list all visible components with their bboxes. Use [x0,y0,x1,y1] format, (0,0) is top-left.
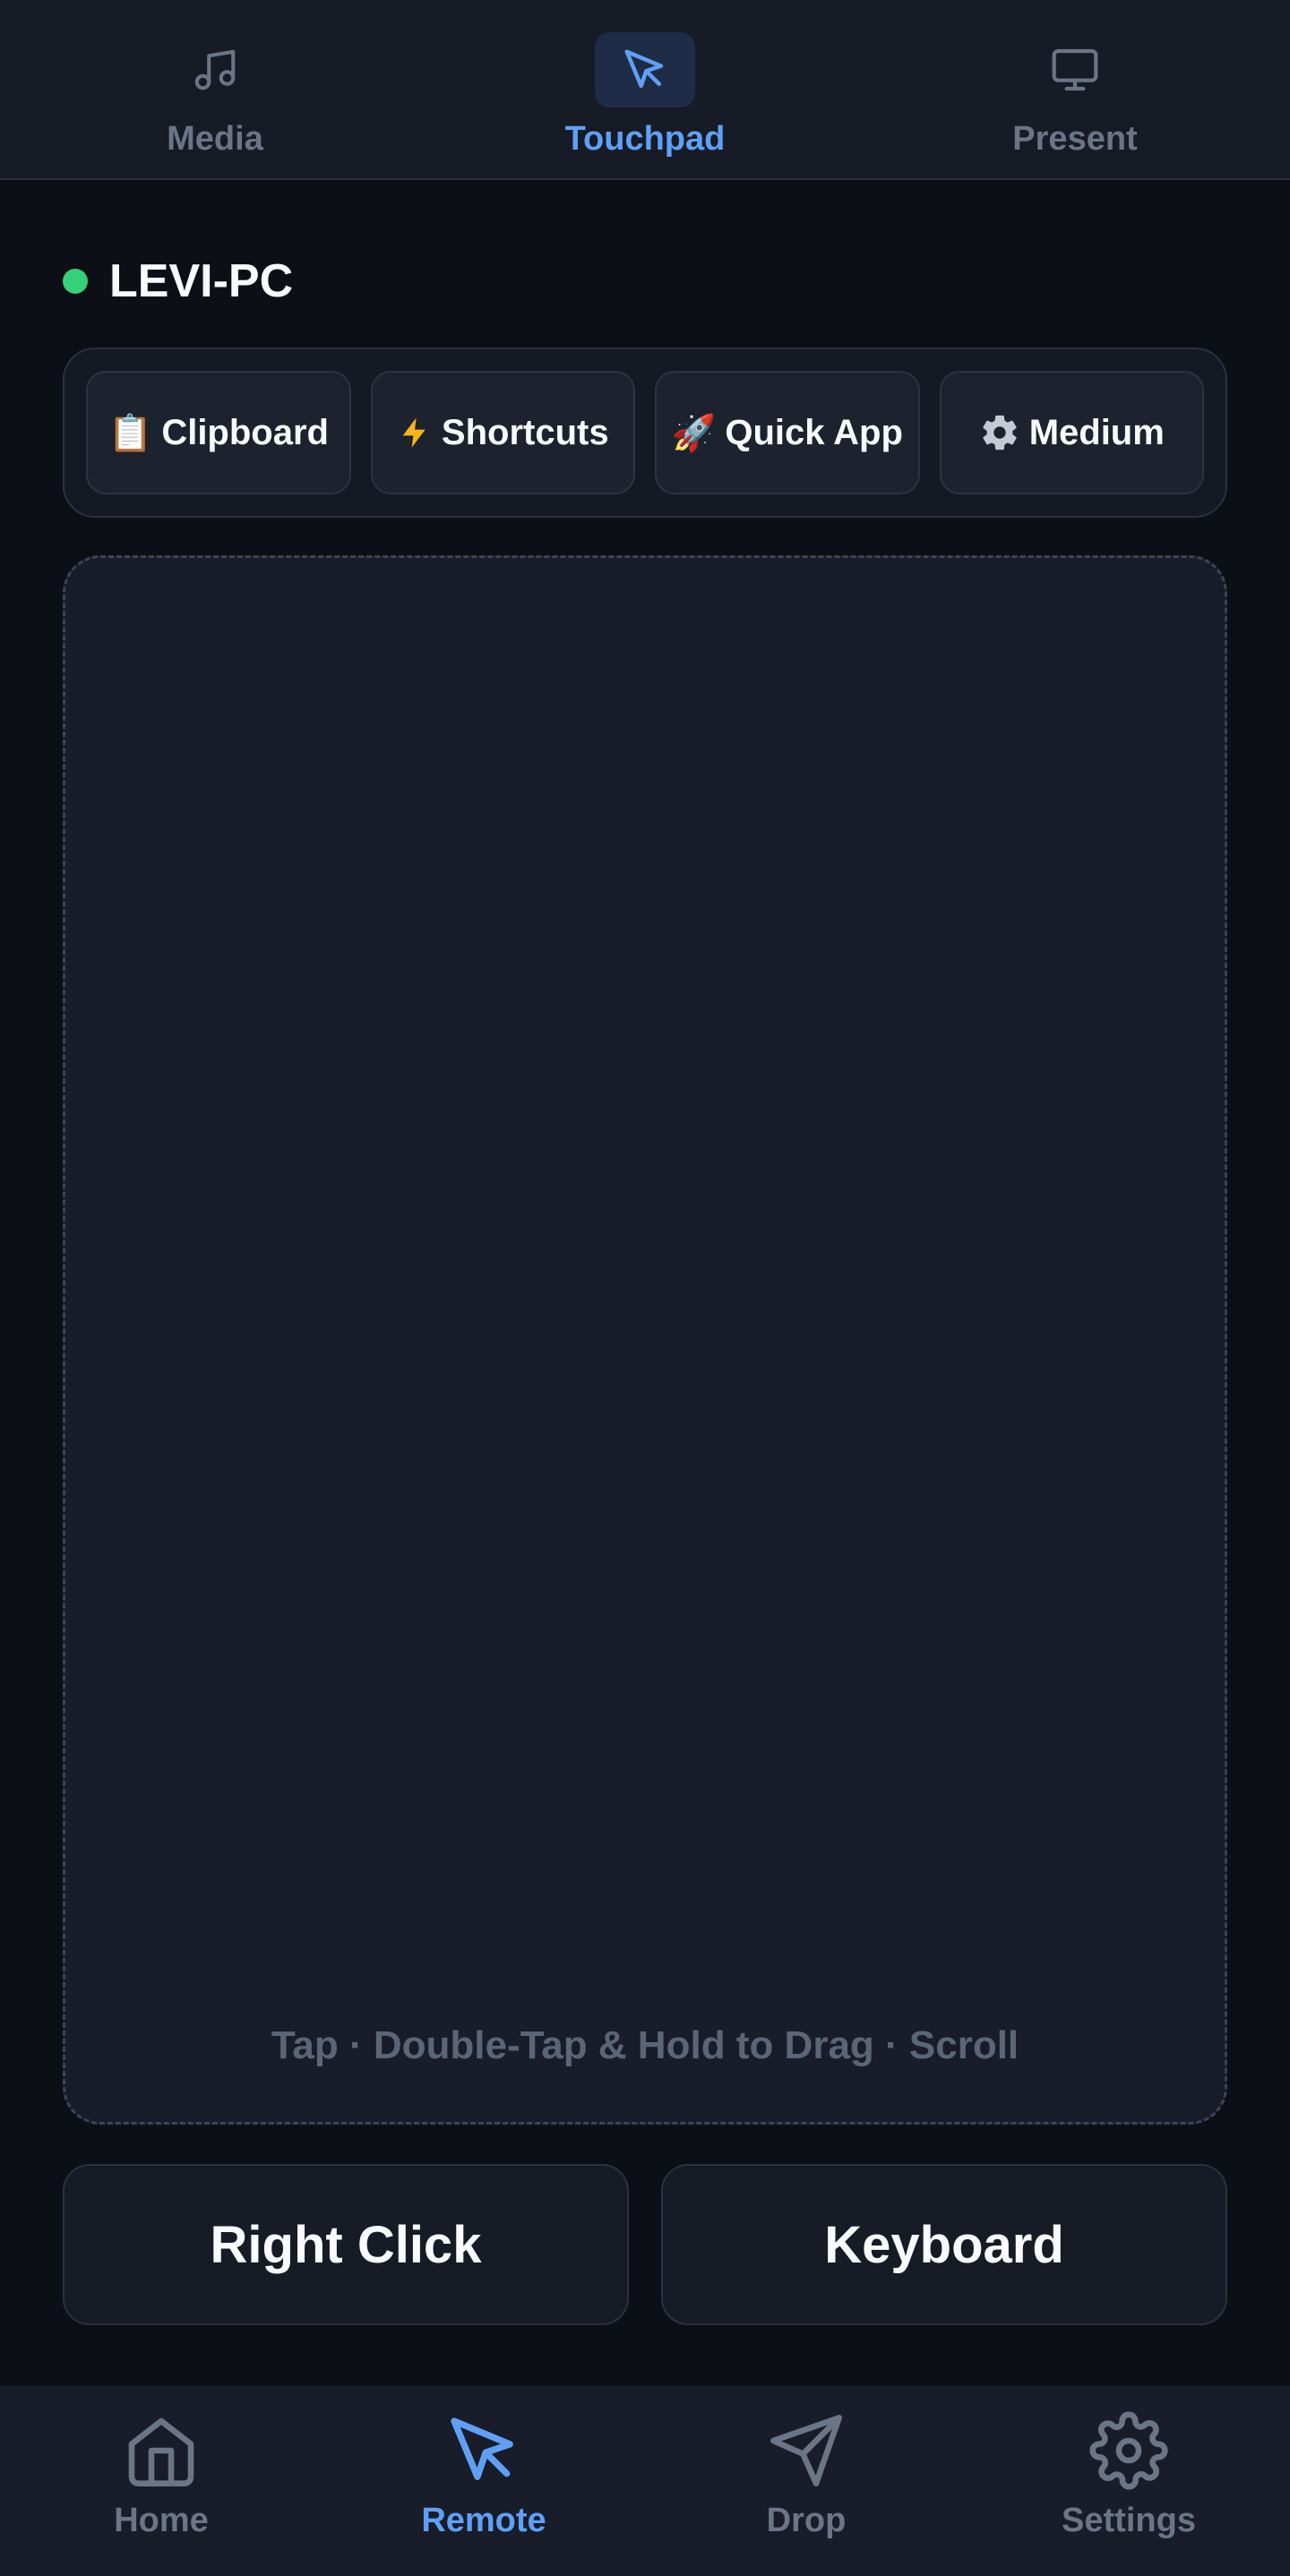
device-header: LEVI-PC [63,254,293,308]
quick-app-button[interactable]: 🚀 Quick App [655,371,920,494]
cursor-icon [444,2411,523,2494]
shortcuts-button[interactable]: Shortcuts [370,371,635,494]
tab-touchpad[interactable]: Touchpad [430,0,860,178]
quick-actions-bar: 📋 Clipboard Shortcuts 🚀 Quick App Medium [63,348,1227,518]
touchpad-hint: Tap · Double-Tap & Hold to Drag · Scroll [271,2023,1019,2067]
cursor-icon [595,32,695,107]
rocket-icon: 🚀 [671,413,717,453]
tab-media[interactable]: Media [0,0,430,178]
mode-tabs: Media Touchpad Present [0,0,1290,180]
gear-icon [979,412,1020,453]
clipboard-label: Clipboard [161,412,329,452]
touchpad-area[interactable]: Tap · Double-Tap & Hold to Drag · Scroll [63,555,1227,2125]
bottom-nav: Home Remote Drop Settings [0,2386,1290,2576]
nav-item-remote[interactable]: Remote [322,2386,645,2576]
nav-drop-label: Drop [766,2502,847,2539]
nav-item-drop[interactable]: Drop [645,2386,968,2576]
tab-present-label: Present [1012,120,1138,158]
connection-status-dot [63,269,88,294]
nav-item-home[interactable]: Home [0,2386,322,2576]
tab-touchpad-label: Touchpad [564,120,726,158]
sensitivity-label: Medium [1028,412,1165,452]
nav-settings-label: Settings [1062,2502,1196,2539]
send-icon [767,2411,846,2494]
monitor-icon [1025,32,1125,107]
music-icon [165,32,265,107]
tab-present[interactable]: Present [860,0,1290,178]
settings-icon [1089,2411,1168,2494]
quick-app-label: Quick App [725,412,903,452]
home-icon [122,2411,201,2494]
nav-remote-label: Remote [421,2502,546,2539]
shortcuts-label: Shortcuts [441,412,609,452]
app-root: Media Touchpad Present LEVI-PC 📋 Clipboa… [0,0,1290,2576]
clipboard-icon: 📋 [108,413,153,453]
tab-media-label: Media [167,120,263,158]
sensitivity-button[interactable]: Medium [939,371,1204,494]
right-click-button[interactable]: Right Click [63,2164,629,2325]
clipboard-button[interactable]: 📋 Clipboard [86,371,351,494]
lightning-icon [397,413,433,452]
keyboard-button[interactable]: Keyboard [661,2164,1227,2325]
nav-item-settings[interactable]: Settings [968,2386,1290,2576]
device-name: LEVI-PC [109,255,294,307]
nav-home-label: Home [114,2502,209,2539]
